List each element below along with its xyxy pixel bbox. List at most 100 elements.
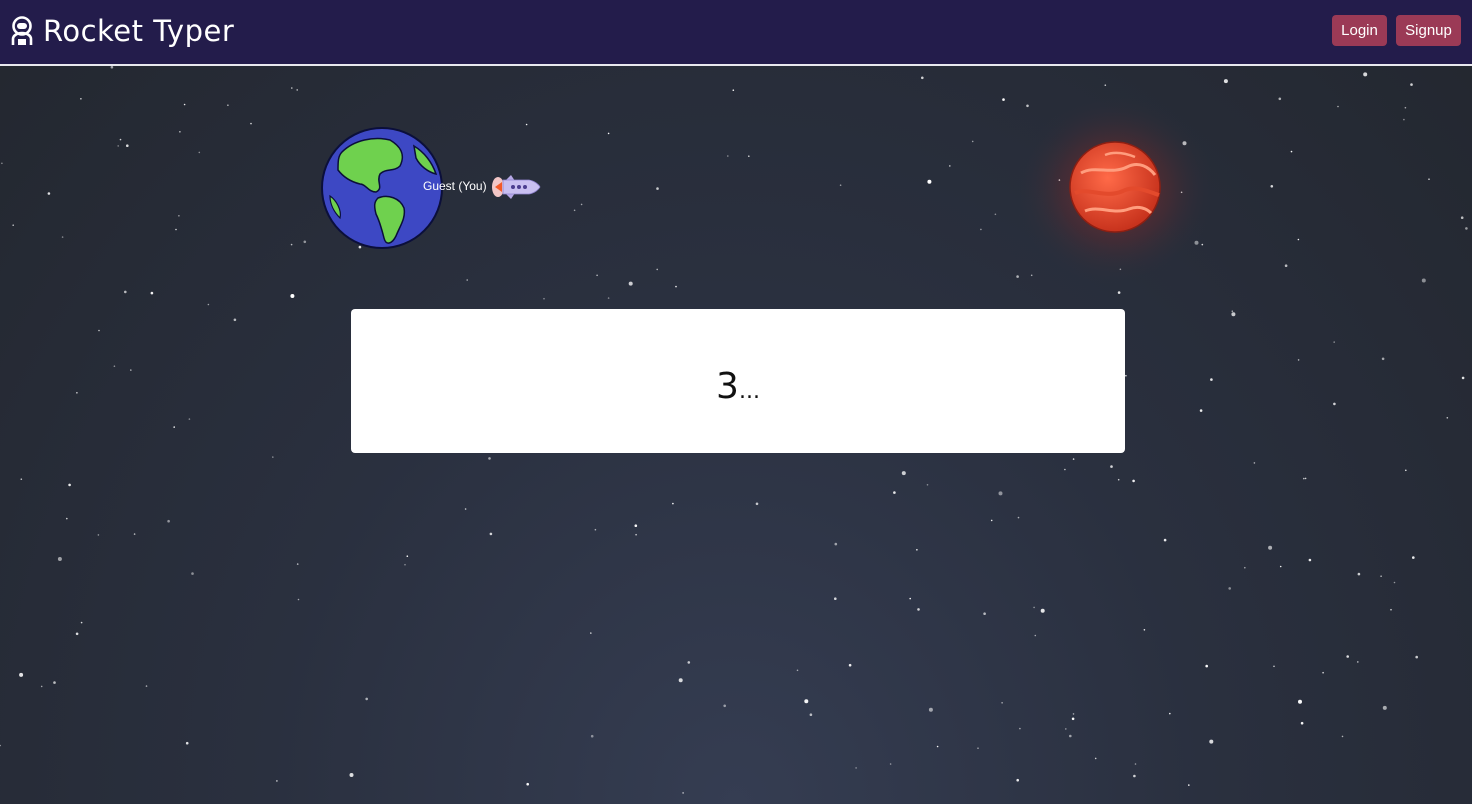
star (1304, 477, 1307, 480)
star (1223, 79, 1228, 84)
rocket-icon (492, 175, 541, 199)
star (290, 294, 295, 298)
star (1125, 374, 1127, 377)
star (1403, 118, 1405, 121)
star (185, 741, 189, 745)
star (1017, 516, 1020, 519)
star (145, 685, 148, 687)
star (1133, 774, 1136, 778)
star (656, 268, 658, 271)
login-button[interactable]: Login (1332, 15, 1387, 46)
star (233, 318, 237, 322)
star (1278, 97, 1282, 101)
star (607, 297, 610, 299)
star (12, 224, 14, 226)
star (1346, 655, 1349, 658)
star (1199, 409, 1203, 412)
star (977, 747, 979, 749)
player-name-label: Guest (You) (423, 179, 487, 193)
star (678, 678, 683, 683)
star (635, 533, 637, 536)
star (723, 704, 726, 708)
star (53, 681, 56, 684)
star (980, 228, 982, 231)
star (687, 661, 691, 664)
star (1410, 83, 1413, 86)
star (1071, 717, 1075, 721)
star (57, 557, 62, 561)
star (594, 528, 597, 531)
star (1300, 721, 1304, 725)
star (1284, 264, 1288, 267)
star (406, 555, 409, 557)
star (75, 632, 79, 636)
star (1132, 479, 1135, 483)
countdown-text: 3... (716, 366, 760, 407)
countdown-ellipsis: ... (738, 378, 760, 404)
star (1382, 705, 1387, 710)
star (1303, 477, 1305, 480)
star (682, 792, 684, 794)
star (949, 165, 951, 167)
star (1297, 238, 1300, 241)
star (1357, 661, 1359, 663)
star (526, 782, 529, 786)
brand-logo[interactable]: Rocket Typer (9, 14, 234, 48)
star (590, 734, 594, 738)
star (1461, 376, 1465, 380)
star (675, 285, 677, 288)
star (1421, 278, 1426, 283)
star (1169, 712, 1171, 715)
star (936, 745, 939, 748)
star (1273, 665, 1275, 668)
star (1228, 587, 1231, 590)
star (1231, 310, 1234, 312)
star (804, 699, 809, 704)
star (1019, 727, 1021, 730)
star (1393, 581, 1396, 584)
star (175, 228, 177, 231)
star (1381, 357, 1385, 361)
star (1002, 98, 1005, 101)
star (855, 767, 857, 769)
star (290, 243, 293, 246)
star (607, 132, 610, 135)
star (927, 179, 932, 184)
star (124, 290, 127, 294)
star (178, 215, 180, 217)
star (466, 279, 469, 281)
star (1337, 105, 1339, 108)
signup-button[interactable]: Signup (1396, 15, 1461, 46)
star (119, 138, 122, 141)
star (150, 291, 154, 295)
star (207, 303, 210, 306)
star (1380, 575, 1382, 577)
star (291, 87, 293, 89)
star (796, 669, 799, 672)
star (227, 104, 229, 106)
star (1298, 699, 1302, 704)
star (198, 151, 201, 154)
star (296, 563, 299, 565)
star (1231, 312, 1236, 317)
star (839, 184, 842, 186)
star (1244, 566, 1246, 569)
star (1290, 150, 1293, 153)
star (917, 608, 920, 611)
navbar: Rocket Typer Login Signup (0, 0, 1472, 66)
star (596, 274, 598, 277)
star (926, 484, 929, 486)
star (188, 418, 191, 420)
star (1064, 468, 1066, 471)
star (1034, 634, 1037, 637)
star (1428, 178, 1430, 180)
star (1040, 608, 1045, 613)
star (0, 744, 1, 747)
star (672, 502, 674, 505)
star (748, 155, 750, 157)
star (1333, 341, 1335, 343)
star (20, 478, 23, 481)
star (656, 187, 659, 190)
star (909, 597, 911, 600)
star (1279, 565, 1282, 568)
